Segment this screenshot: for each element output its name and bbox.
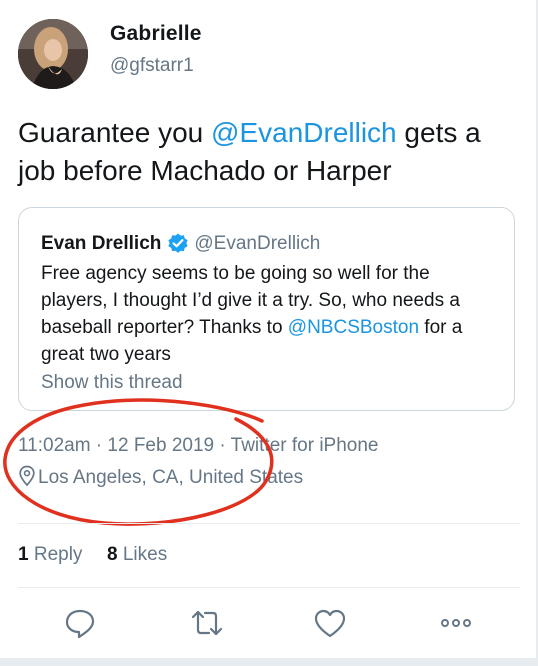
red-annotation-circle (3, 398, 274, 526)
quoted-tweet-header: Evan Drellich @EvanDrellich (41, 232, 320, 256)
tweet-timestamp[interactable]: 11:02am · 12 Feb 2019 · Twitter for iPho… (18, 435, 379, 457)
reply-count-label[interactable]: Reply (34, 544, 83, 565)
like-count: 8 (107, 544, 118, 565)
more-icon (441, 619, 471, 627)
quoted-tweet-text: Free agency seems to be going so well fo… (41, 260, 501, 368)
divider (18, 587, 520, 588)
location-text: Los Angeles, CA, United States (38, 467, 304, 488)
reply-button[interactable] (63, 606, 97, 640)
author-handle[interactable]: @gfstarr1 (110, 55, 194, 77)
bottom-strip (0, 658, 538, 666)
divider (18, 523, 520, 524)
reply-count: 1 (18, 544, 29, 565)
retweet-button[interactable] (190, 606, 224, 640)
quoted-display-name[interactable]: Evan Drellich (41, 233, 161, 254)
retweet-icon (191, 610, 223, 636)
like-button[interactable] (313, 606, 347, 640)
like-count-label[interactable]: Likes (123, 544, 167, 565)
tweet-text-start: Guarantee you (18, 117, 212, 148)
quoted-handle[interactable]: @EvanDrellich (194, 233, 320, 254)
avatar-image (18, 19, 88, 89)
tweet-stats: 1 Reply 8 Likes (18, 544, 167, 566)
like-icon (314, 609, 346, 638)
avatar[interactable] (18, 19, 88, 89)
show-thread-link[interactable]: Show this thread (41, 372, 183, 394)
tweet-mention-link[interactable]: @EvanDrellich (211, 117, 397, 148)
location-pin-icon (19, 465, 35, 487)
reply-icon (65, 609, 95, 639)
tweet-text: Guarantee you @EvanDrellich gets a job b… (18, 114, 523, 190)
author-display-name[interactable]: Gabrielle (110, 22, 202, 46)
tweet-location[interactable]: Los Angeles, CA, United States (18, 465, 303, 489)
tweet-detail: Gabrielle @gfstarr1 Guarantee you @EvanD… (0, 0, 538, 666)
quoted-mention-link[interactable]: @NBCSBoston (288, 317, 419, 338)
more-button[interactable] (439, 606, 473, 640)
quoted-tweet-card[interactable]: Evan Drellich @EvanDrellich Free agency … (18, 207, 515, 411)
verified-badge-icon (168, 233, 188, 253)
